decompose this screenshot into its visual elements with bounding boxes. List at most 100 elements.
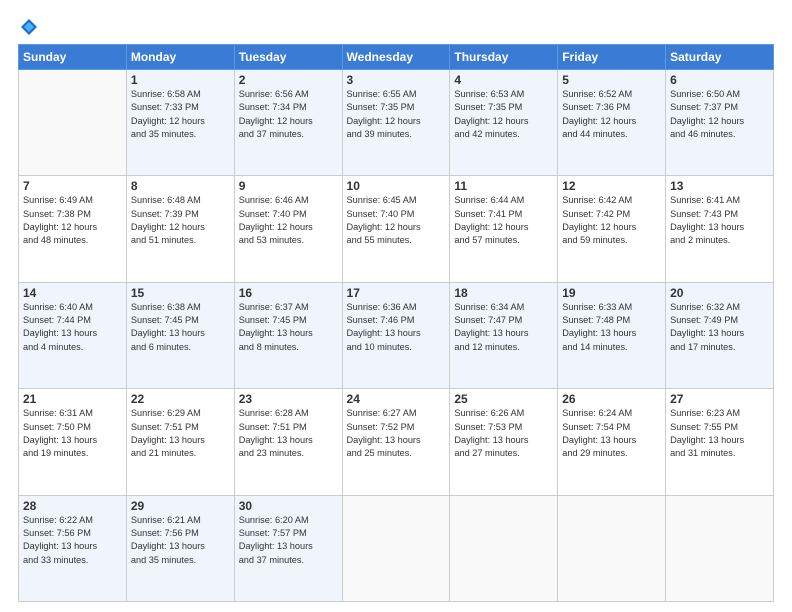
day-info: Sunrise: 6:37 AMSunset: 7:45 PMDaylight:… <box>239 301 338 354</box>
calendar-cell <box>450 495 558 601</box>
day-number: 5 <box>562 73 661 87</box>
calendar-cell <box>666 495 774 601</box>
day-number: 2 <box>239 73 338 87</box>
day-number: 28 <box>23 499 122 513</box>
day-info: Sunrise: 6:23 AMSunset: 7:55 PMDaylight:… <box>670 407 769 460</box>
calendar-week-row: 14Sunrise: 6:40 AMSunset: 7:44 PMDayligh… <box>19 282 774 388</box>
day-number: 23 <box>239 392 338 406</box>
day-number: 15 <box>131 286 230 300</box>
day-info: Sunrise: 6:52 AMSunset: 7:36 PMDaylight:… <box>562 88 661 141</box>
day-info: Sunrise: 6:55 AMSunset: 7:35 PMDaylight:… <box>347 88 446 141</box>
calendar-cell: 7Sunrise: 6:49 AMSunset: 7:38 PMDaylight… <box>19 176 127 282</box>
calendar-cell: 3Sunrise: 6:55 AMSunset: 7:35 PMDaylight… <box>342 70 450 176</box>
day-number: 27 <box>670 392 769 406</box>
calendar-cell: 11Sunrise: 6:44 AMSunset: 7:41 PMDayligh… <box>450 176 558 282</box>
calendar-cell: 28Sunrise: 6:22 AMSunset: 7:56 PMDayligh… <box>19 495 127 601</box>
day-number: 7 <box>23 179 122 193</box>
day-number: 12 <box>562 179 661 193</box>
day-info: Sunrise: 6:28 AMSunset: 7:51 PMDaylight:… <box>239 407 338 460</box>
day-number: 26 <box>562 392 661 406</box>
calendar-cell: 26Sunrise: 6:24 AMSunset: 7:54 PMDayligh… <box>558 389 666 495</box>
day-info: Sunrise: 6:41 AMSunset: 7:43 PMDaylight:… <box>670 194 769 247</box>
day-number: 14 <box>23 286 122 300</box>
day-info: Sunrise: 6:31 AMSunset: 7:50 PMDaylight:… <box>23 407 122 460</box>
calendar-cell: 14Sunrise: 6:40 AMSunset: 7:44 PMDayligh… <box>19 282 127 388</box>
calendar-cell: 30Sunrise: 6:20 AMSunset: 7:57 PMDayligh… <box>234 495 342 601</box>
day-info: Sunrise: 6:56 AMSunset: 7:34 PMDaylight:… <box>239 88 338 141</box>
calendar-cell: 23Sunrise: 6:28 AMSunset: 7:51 PMDayligh… <box>234 389 342 495</box>
calendar-cell: 18Sunrise: 6:34 AMSunset: 7:47 PMDayligh… <box>450 282 558 388</box>
day-info: Sunrise: 6:24 AMSunset: 7:54 PMDaylight:… <box>562 407 661 460</box>
calendar-cell: 29Sunrise: 6:21 AMSunset: 7:56 PMDayligh… <box>126 495 234 601</box>
calendar-cell: 19Sunrise: 6:33 AMSunset: 7:48 PMDayligh… <box>558 282 666 388</box>
day-info: Sunrise: 6:33 AMSunset: 7:48 PMDaylight:… <box>562 301 661 354</box>
calendar-cell: 21Sunrise: 6:31 AMSunset: 7:50 PMDayligh… <box>19 389 127 495</box>
calendar-cell: 6Sunrise: 6:50 AMSunset: 7:37 PMDaylight… <box>666 70 774 176</box>
day-number: 8 <box>131 179 230 193</box>
logo <box>18 18 40 36</box>
day-info: Sunrise: 6:45 AMSunset: 7:40 PMDaylight:… <box>347 194 446 247</box>
calendar-cell: 12Sunrise: 6:42 AMSunset: 7:42 PMDayligh… <box>558 176 666 282</box>
day-info: Sunrise: 6:44 AMSunset: 7:41 PMDaylight:… <box>454 194 553 247</box>
calendar-cell: 20Sunrise: 6:32 AMSunset: 7:49 PMDayligh… <box>666 282 774 388</box>
calendar-cell: 22Sunrise: 6:29 AMSunset: 7:51 PMDayligh… <box>126 389 234 495</box>
dow-header-wednesday: Wednesday <box>342 45 450 70</box>
calendar-cell <box>558 495 666 601</box>
day-number: 10 <box>347 179 446 193</box>
day-info: Sunrise: 6:21 AMSunset: 7:56 PMDaylight:… <box>131 514 230 567</box>
day-info: Sunrise: 6:42 AMSunset: 7:42 PMDaylight:… <box>562 194 661 247</box>
calendar-week-row: 21Sunrise: 6:31 AMSunset: 7:50 PMDayligh… <box>19 389 774 495</box>
calendar-body: 1Sunrise: 6:58 AMSunset: 7:33 PMDaylight… <box>19 70 774 602</box>
calendar-cell: 1Sunrise: 6:58 AMSunset: 7:33 PMDaylight… <box>126 70 234 176</box>
dow-header-sunday: Sunday <box>19 45 127 70</box>
day-info: Sunrise: 6:58 AMSunset: 7:33 PMDaylight:… <box>131 88 230 141</box>
calendar-cell: 10Sunrise: 6:45 AMSunset: 7:40 PMDayligh… <box>342 176 450 282</box>
calendar-table: SundayMondayTuesdayWednesdayThursdayFrid… <box>18 44 774 602</box>
dow-header-saturday: Saturday <box>666 45 774 70</box>
calendar-cell: 5Sunrise: 6:52 AMSunset: 7:36 PMDaylight… <box>558 70 666 176</box>
calendar-cell: 4Sunrise: 6:53 AMSunset: 7:35 PMDaylight… <box>450 70 558 176</box>
day-info: Sunrise: 6:34 AMSunset: 7:47 PMDaylight:… <box>454 301 553 354</box>
day-info: Sunrise: 6:49 AMSunset: 7:38 PMDaylight:… <box>23 194 122 247</box>
calendar-cell: 13Sunrise: 6:41 AMSunset: 7:43 PMDayligh… <box>666 176 774 282</box>
day-number: 13 <box>670 179 769 193</box>
day-info: Sunrise: 6:29 AMSunset: 7:51 PMDaylight:… <box>131 407 230 460</box>
day-info: Sunrise: 6:26 AMSunset: 7:53 PMDaylight:… <box>454 407 553 460</box>
page: SundayMondayTuesdayWednesdayThursdayFrid… <box>0 0 792 612</box>
day-info: Sunrise: 6:46 AMSunset: 7:40 PMDaylight:… <box>239 194 338 247</box>
calendar-cell <box>342 495 450 601</box>
calendar-cell: 16Sunrise: 6:37 AMSunset: 7:45 PMDayligh… <box>234 282 342 388</box>
day-number: 19 <box>562 286 661 300</box>
day-number: 3 <box>347 73 446 87</box>
day-number: 24 <box>347 392 446 406</box>
day-number: 25 <box>454 392 553 406</box>
day-number: 30 <box>239 499 338 513</box>
day-number: 21 <box>23 392 122 406</box>
day-info: Sunrise: 6:40 AMSunset: 7:44 PMDaylight:… <box>23 301 122 354</box>
day-of-week-row: SundayMondayTuesdayWednesdayThursdayFrid… <box>19 45 774 70</box>
logo-icon <box>20 18 38 36</box>
day-number: 17 <box>347 286 446 300</box>
calendar-cell: 27Sunrise: 6:23 AMSunset: 7:55 PMDayligh… <box>666 389 774 495</box>
day-number: 18 <box>454 286 553 300</box>
day-number: 29 <box>131 499 230 513</box>
calendar-week-row: 7Sunrise: 6:49 AMSunset: 7:38 PMDaylight… <box>19 176 774 282</box>
day-number: 4 <box>454 73 553 87</box>
day-number: 1 <box>131 73 230 87</box>
day-number: 16 <box>239 286 338 300</box>
day-info: Sunrise: 6:22 AMSunset: 7:56 PMDaylight:… <box>23 514 122 567</box>
day-info: Sunrise: 6:36 AMSunset: 7:46 PMDaylight:… <box>347 301 446 354</box>
calendar-cell: 9Sunrise: 6:46 AMSunset: 7:40 PMDaylight… <box>234 176 342 282</box>
day-number: 22 <box>131 392 230 406</box>
calendar-cell: 25Sunrise: 6:26 AMSunset: 7:53 PMDayligh… <box>450 389 558 495</box>
calendar-cell: 2Sunrise: 6:56 AMSunset: 7:34 PMDaylight… <box>234 70 342 176</box>
day-info: Sunrise: 6:53 AMSunset: 7:35 PMDaylight:… <box>454 88 553 141</box>
day-number: 9 <box>239 179 338 193</box>
header <box>18 18 774 36</box>
day-number: 11 <box>454 179 553 193</box>
calendar-week-row: 28Sunrise: 6:22 AMSunset: 7:56 PMDayligh… <box>19 495 774 601</box>
calendar-cell: 24Sunrise: 6:27 AMSunset: 7:52 PMDayligh… <box>342 389 450 495</box>
dow-header-thursday: Thursday <box>450 45 558 70</box>
dow-header-friday: Friday <box>558 45 666 70</box>
calendar-cell <box>19 70 127 176</box>
